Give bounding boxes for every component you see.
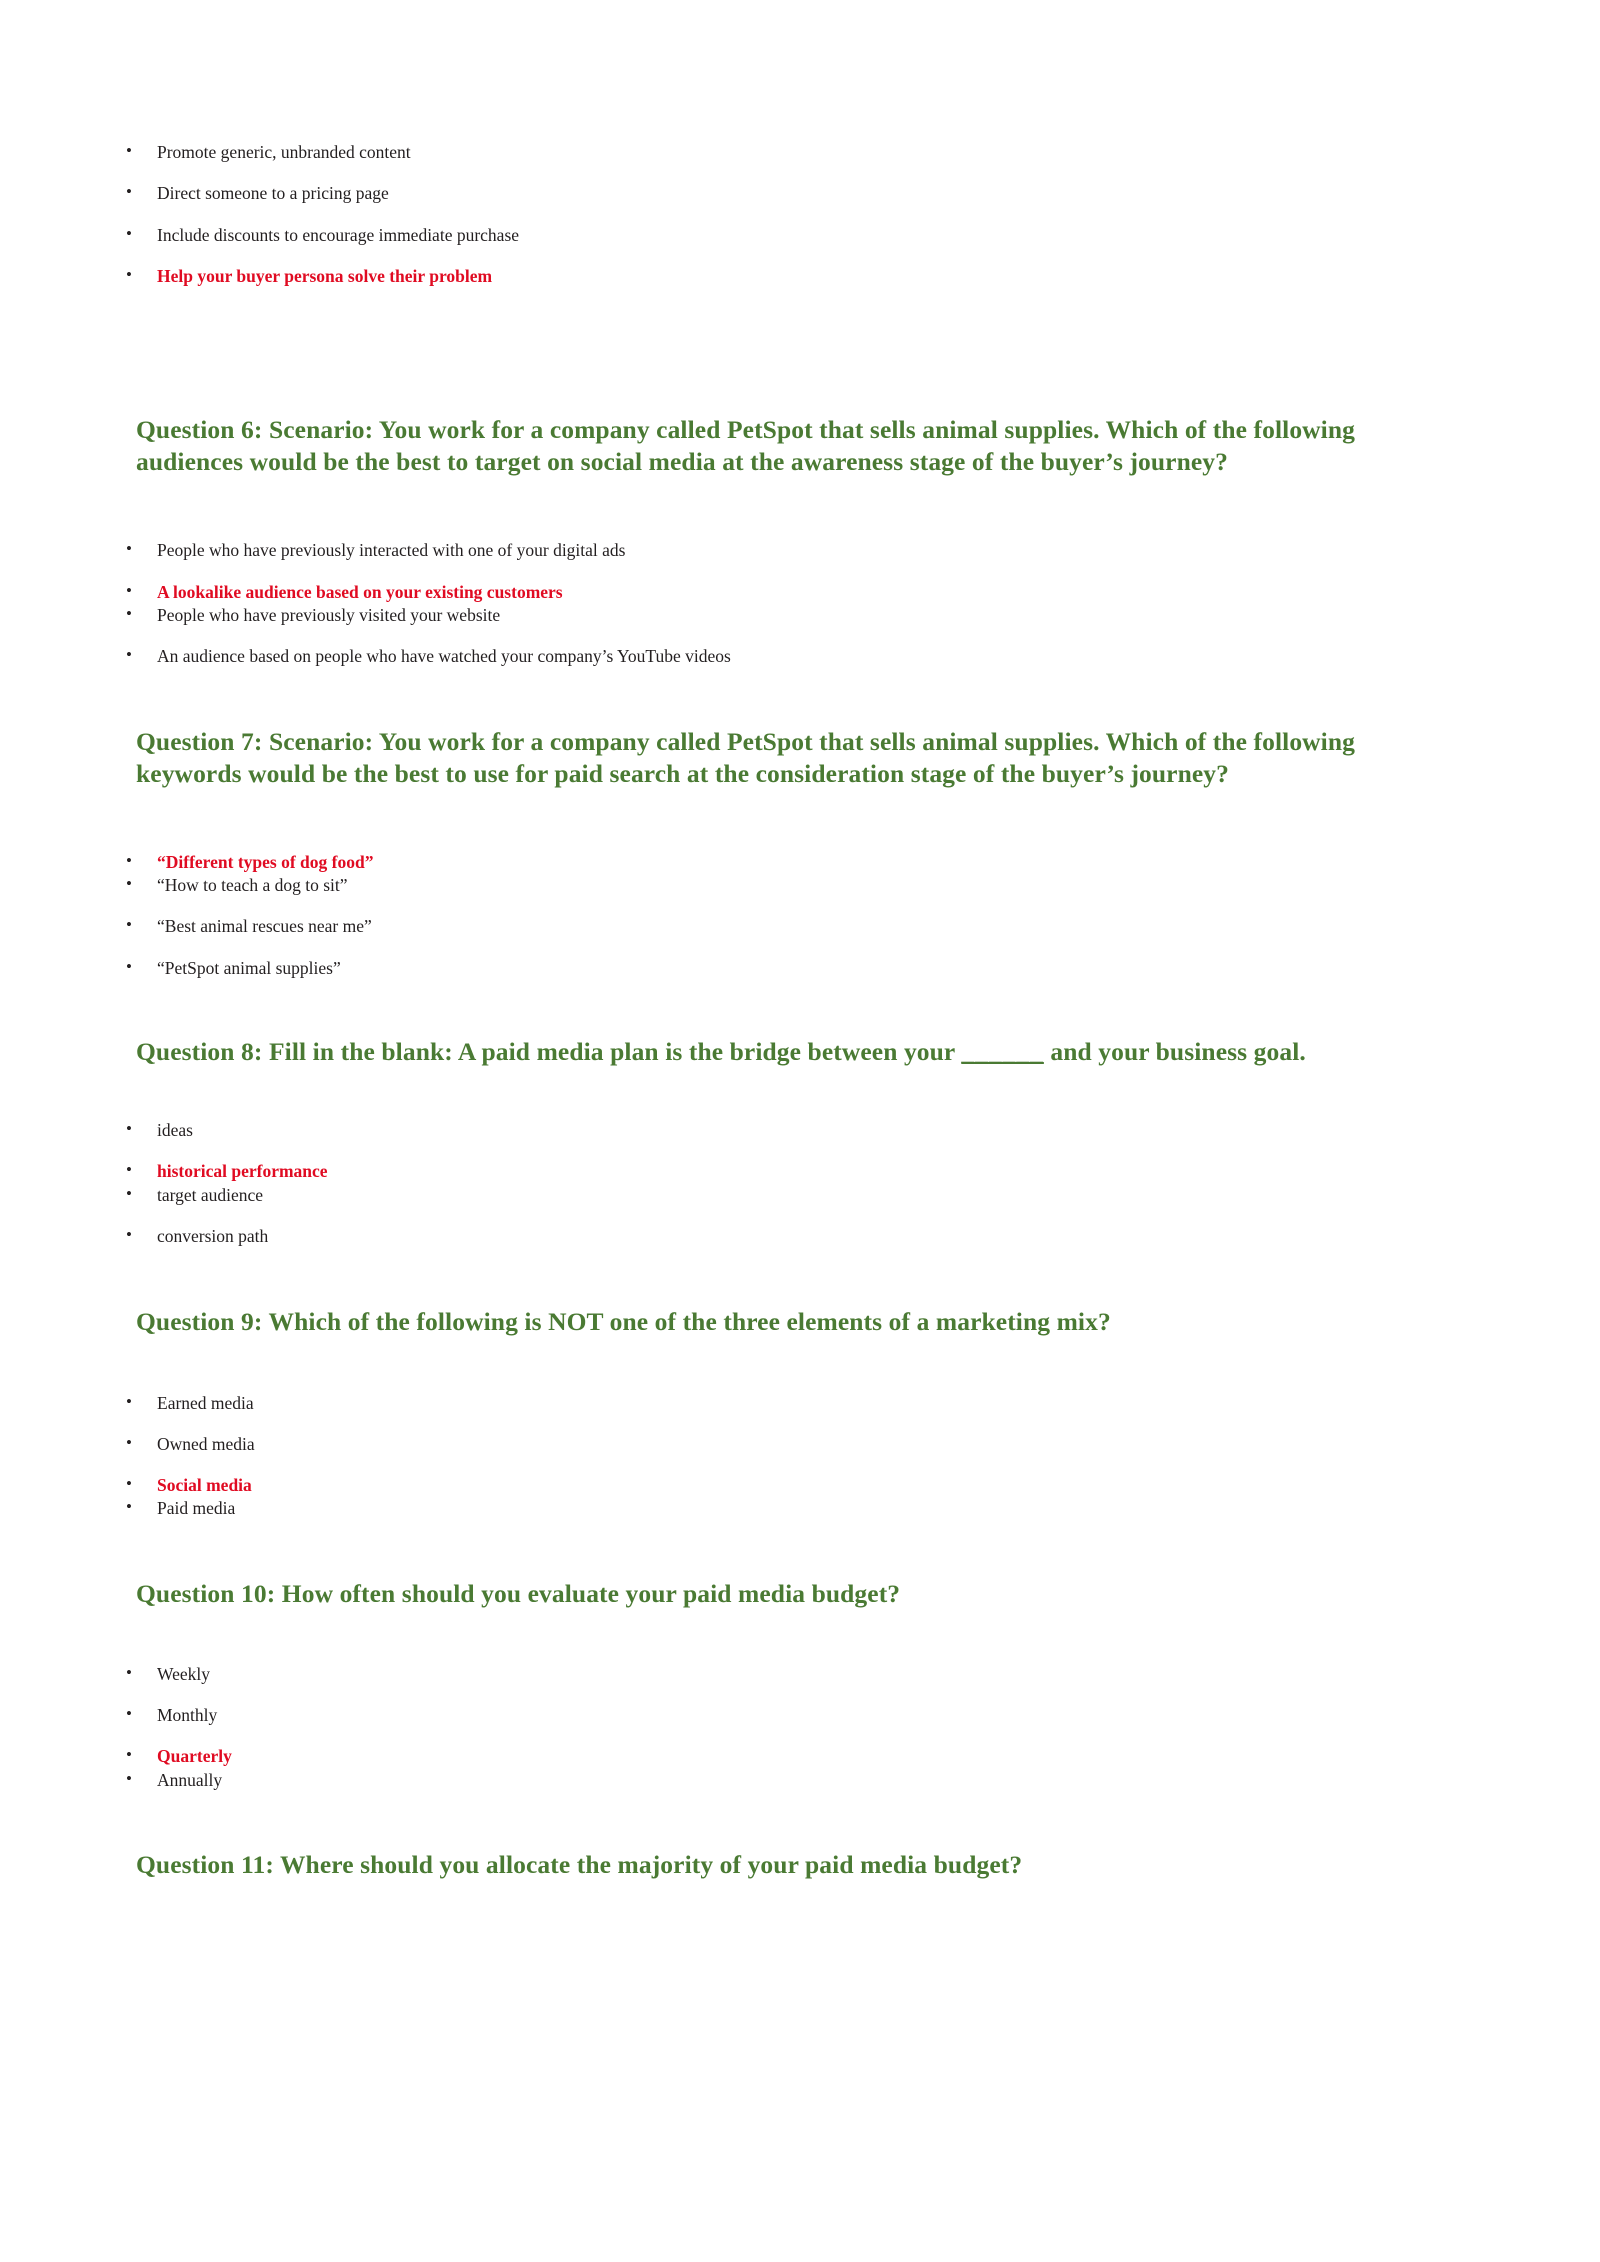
answer-option-correct[interactable]: Quarterly (0, 1745, 1600, 1766)
question-heading-q8: Question 8: Fill in the blank: A paid me… (0, 1036, 1600, 1068)
answer-list-continued: Promote generic, unbranded content Direct… (0, 141, 1600, 286)
q8-text-before: Question 8: Fill in the blank: A paid me… (136, 1037, 962, 1067)
answer-option[interactable]: Owned media (0, 1433, 1600, 1454)
question-heading-q7: Question 7: Scenario: You work for a com… (136, 726, 1355, 788)
question-heading-q9: Question 9: Which of the following is NO… (136, 1307, 1111, 1337)
answer-option[interactable]: Promote generic, unbranded content (0, 141, 1600, 162)
answer-option-correct[interactable]: A lookalike audience based on your exist… (0, 581, 1600, 602)
answer-list-q8: ideas historical performance target audien… (0, 1119, 1600, 1246)
answer-option[interactable]: “PetSpot animal supplies” (0, 957, 1600, 978)
answer-option[interactable]: Weekly (0, 1663, 1600, 1684)
question-heading-q6: Question 6: Scenario: You work for a com… (136, 415, 1355, 477)
answer-option[interactable]: “How to teach a dog to sit” (0, 874, 1600, 895)
q8-blank: ______ (961, 1037, 1044, 1067)
answer-option-correct[interactable]: historical performance (0, 1160, 1600, 1181)
answer-option[interactable]: ideas (0, 1119, 1600, 1140)
answer-option[interactable]: People who have previously visited your … (0, 604, 1600, 625)
answer-option[interactable]: Earned media (0, 1391, 1600, 1413)
question-heading-q11: Question 11: Where should you allocate t… (136, 1850, 1023, 1879)
answer-option[interactable]: Direct someone to a pricing page (0, 182, 1600, 203)
answer-option[interactable]: Annually (0, 1769, 1600, 1790)
answer-option-correct[interactable]: Help your buyer persona solve their prob… (0, 265, 1600, 286)
answer-option[interactable]: conversion path (0, 1225, 1600, 1246)
document-page: Promote generic, unbranded content Direct… (0, 0, 1600, 2262)
answer-option[interactable]: Monthly (0, 1704, 1600, 1725)
answer-list-q10: Weekly Monthly Quarterly Annually (0, 1663, 1600, 1790)
answer-option[interactable]: People who have previously interacted wi… (0, 539, 1600, 560)
answer-option[interactable]: An audience based on people who have wat… (0, 645, 1600, 666)
answer-option[interactable]: Include discounts to encourage immediate… (0, 224, 1600, 245)
answer-option[interactable]: “Best animal rescues near me” (0, 915, 1600, 936)
answer-option[interactable]: target audience (0, 1184, 1600, 1205)
answer-list-q7: “Different types of dog food”“How to tea… (0, 851, 1600, 978)
answer-option[interactable]: Paid media (0, 1497, 1600, 1518)
page-content: Promote generic, unbranded content Direct… (0, 0, 1600, 1881)
answer-list-q6: People who have previously interacted wi… (0, 539, 1600, 666)
question-heading-q10: Question 10: How often should you evalua… (136, 1578, 901, 1608)
answer-option-correct[interactable]: Social media (0, 1474, 1600, 1495)
answer-list-q9: Earned media Owned media Social mediaPaid … (0, 1391, 1600, 1519)
answer-option-correct[interactable]: “Different types of dog food” (0, 851, 1600, 872)
q8-text-after: and your business goal. (1043, 1037, 1306, 1067)
